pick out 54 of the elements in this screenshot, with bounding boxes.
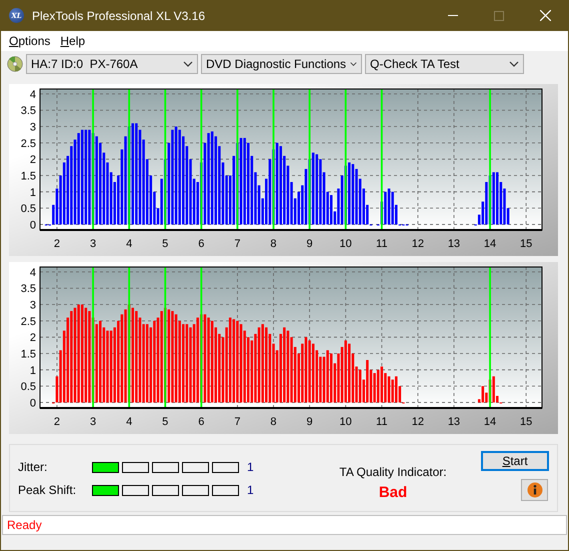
meter-reading: 1 — [247, 483, 254, 497]
tick-label: 9 — [306, 238, 313, 250]
tick-label: 14 — [484, 416, 496, 428]
tick-label: 2.5 — [20, 316, 36, 328]
tick-label: 10 — [340, 416, 352, 428]
tick-label: 4 — [30, 88, 36, 101]
tick-label: 2 — [30, 154, 36, 166]
tick-label: 12 — [412, 416, 424, 428]
tick-label: 3.5 — [20, 105, 36, 118]
tick-label: 11 — [376, 416, 388, 428]
tick-label: 15 — [520, 416, 532, 428]
tick-label: 6 — [198, 416, 204, 428]
meter-label: Jitter: — [18, 460, 48, 474]
tick-label: 13 — [448, 238, 460, 250]
tick-label: 6 — [198, 238, 204, 250]
tick-label: 14 — [484, 238, 496, 250]
tick-label: 5 — [162, 238, 168, 250]
tick-label: 3 — [30, 300, 36, 312]
status-bar: Ready — [2, 515, 567, 535]
tick-label: 1 — [30, 364, 36, 377]
tick-label: 9 — [306, 416, 313, 428]
tick-label: 3 — [90, 238, 96, 250]
tick-label: 0.5 — [20, 381, 36, 394]
tick-label: 2 — [54, 416, 60, 428]
tick-label: 1.5 — [20, 170, 36, 182]
tick-label: 1.5 — [20, 348, 36, 360]
window-title: PlexTools Professional XL V3.16 — [32, 8, 206, 22]
tick-label: 4 — [30, 266, 36, 279]
tick-label: 4 — [126, 238, 132, 250]
tick-label: 12 — [412, 238, 424, 250]
tick-label: 11 — [376, 238, 388, 250]
tick-label: 13 — [448, 416, 460, 428]
tick-label: 0 — [30, 397, 36, 410]
tick-label: 0.5 — [20, 203, 36, 216]
tick-label: 3 — [90, 416, 96, 428]
tick-label: 4 — [126, 416, 132, 428]
tick-label: 3 — [30, 122, 36, 134]
quality-value: Bad — [378, 484, 408, 501]
tick-label: 3.5 — [20, 283, 36, 296]
tick-label: 7 — [234, 416, 240, 428]
tick-label: 7 — [234, 238, 240, 250]
meter-label: Peak Shift: — [18, 483, 78, 497]
tick-label: 8 — [270, 238, 277, 250]
tick-label: 2.5 — [20, 138, 36, 150]
tick-label: 0 — [30, 219, 36, 232]
tick-label: 10 — [340, 238, 352, 250]
tick-label: 15 — [520, 238, 532, 250]
quality-label: TA Quality Indicator: — [339, 465, 447, 479]
tick-label: 5 — [162, 416, 168, 428]
tick-label: 8 — [270, 416, 277, 428]
tick-label: 1 — [30, 186, 36, 199]
tick-label: 2 — [30, 332, 36, 344]
tick-label: 2 — [54, 238, 60, 250]
meter-reading: 1 — [247, 460, 254, 474]
